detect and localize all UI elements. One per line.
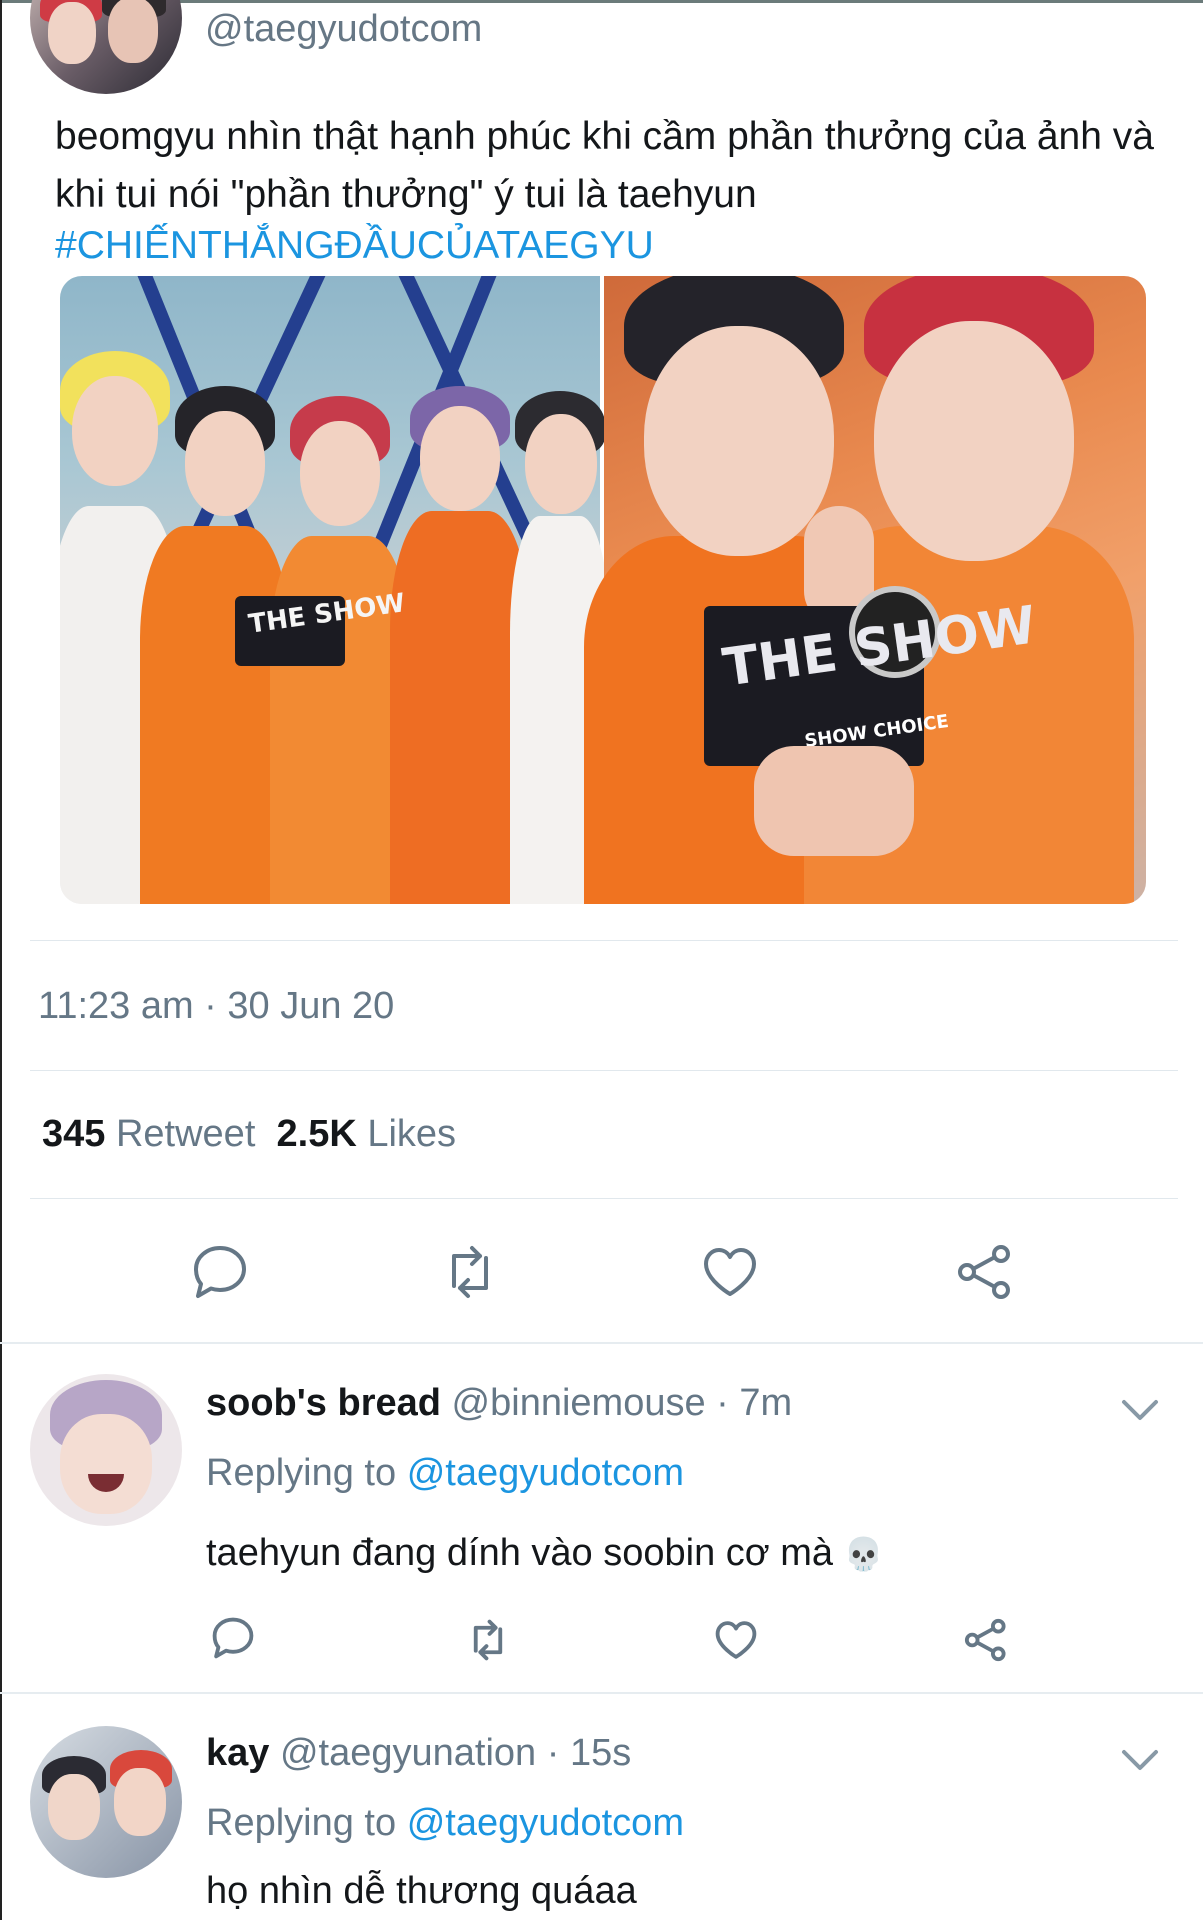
share-button[interactable] — [955, 1242, 1015, 1302]
reply-text-content: taehyun đang dính vào soobin cơ mà — [206, 1532, 834, 1574]
reply-time: · 7m — [716, 1382, 793, 1424]
tweet-text: beomgyu nhìn thật hạnh phúc khi cầm phần… — [55, 115, 1154, 216]
reply-header[interactable]: kay @taegyunation · 15s — [206, 1732, 631, 1775]
retweet-icon — [473, 1619, 503, 1661]
like-count[interactable]: 2.5K — [277, 1113, 357, 1155]
reply-display-name[interactable]: soob's bread — [206, 1382, 441, 1424]
replying-to: Replying to @taegyudotcom — [206, 1452, 684, 1495]
media-photo-group[interactable]: THE SHOW — [60, 276, 610, 904]
retweet-label[interactable]: Retweet — [116, 1113, 255, 1155]
replying-to-label: Replying to — [206, 1802, 397, 1844]
like-icon — [715, 1621, 757, 1659]
author-avatar[interactable] — [30, 0, 182, 94]
reply-menu-button[interactable] — [1118, 1738, 1162, 1782]
tweet-stats: 345 Retweet 2.5K Likes — [42, 1113, 456, 1156]
reply-menu-button[interactable] — [1118, 1388, 1162, 1432]
tweet-media[interactable]: THE SHOW THE SHOW SHOW CHOICE — [60, 276, 1146, 904]
share-button[interactable] — [963, 1617, 1009, 1663]
reply-display-name[interactable]: kay — [206, 1732, 269, 1774]
reply-text: họ nhìn dễ thương quáaa — [206, 1870, 637, 1912]
chevron-down-icon — [1122, 1400, 1158, 1420]
chevron-down-icon — [1122, 1750, 1158, 1770]
retweet-button[interactable] — [440, 1242, 500, 1302]
replying-to-handle[interactable]: @taegyudotcom — [407, 1452, 684, 1494]
skull-emoji: 💀 — [843, 1535, 884, 1573]
like-button[interactable] — [713, 1617, 759, 1663]
reply-button[interactable] — [190, 1242, 250, 1302]
tweet-timestamp[interactable]: 11:23 am · 30 Jun 20 — [38, 985, 394, 1028]
author-handle[interactable]: @taegyudotcom — [205, 8, 482, 51]
retweet-button[interactable] — [465, 1617, 511, 1663]
replying-to-handle[interactable]: @taegyudotcom — [407, 1802, 684, 1844]
media-photo-closeup[interactable]: THE SHOW SHOW CHOICE — [584, 276, 1146, 904]
reply-header[interactable]: soob's bread @binniemouse · 7m — [206, 1382, 792, 1425]
reply-handle[interactable]: @binniemouse — [452, 1382, 706, 1424]
section-divider — [0, 1342, 1203, 1344]
reply-icon — [212, 1617, 254, 1659]
reply-avatar[interactable] — [30, 1726, 182, 1878]
replying-to-label: Replying to — [206, 1452, 397, 1494]
retweet-icon — [452, 1246, 488, 1298]
section-divider — [0, 1692, 1203, 1694]
like-icon — [704, 1248, 756, 1296]
reply-button[interactable] — [210, 1615, 256, 1661]
share-icon — [964, 1618, 1006, 1662]
left-border — [0, 0, 2, 1920]
like-label[interactable]: Likes — [367, 1113, 456, 1155]
hashtag-link[interactable]: #CHIẾNTHẮNGĐẦUCỦATAEGYU — [55, 224, 654, 268]
share-icon — [958, 1245, 1010, 1299]
divider — [30, 940, 1178, 941]
like-button[interactable] — [700, 1242, 760, 1302]
retweet-count[interactable]: 345 — [42, 1113, 105, 1155]
reply-avatar[interactable] — [30, 1374, 182, 1526]
reply-handle[interactable]: @taegyunation — [280, 1732, 536, 1774]
divider — [30, 1070, 1178, 1071]
replying-to: Replying to @taegyudotcom — [206, 1802, 684, 1845]
reply-icon — [194, 1246, 246, 1298]
divider — [30, 1198, 1178, 1199]
reply-time: · 15s — [546, 1732, 632, 1774]
reply-text: taehyun đang dính vào soobin cơ mà 💀 — [206, 1532, 883, 1575]
